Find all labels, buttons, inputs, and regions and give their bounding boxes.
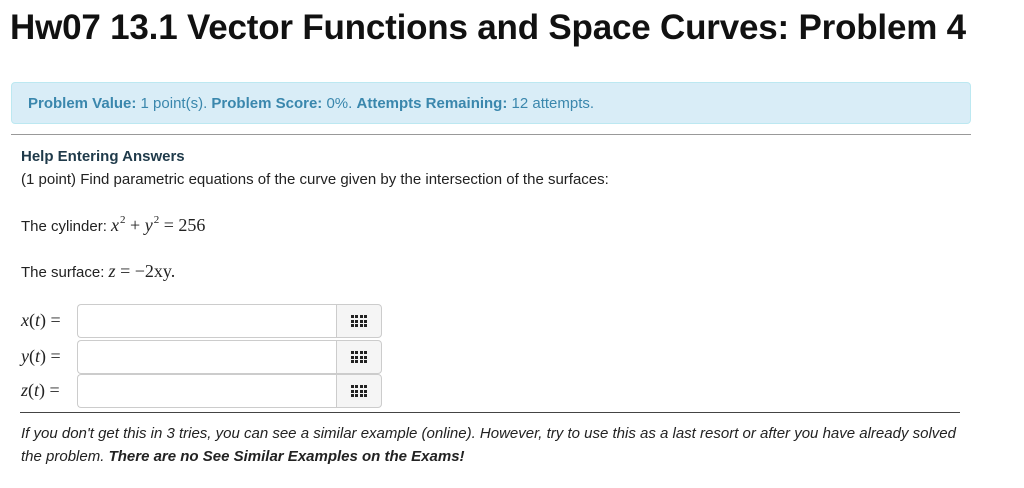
answer-row-y: y(t) = (21, 340, 401, 374)
answer-row-x: x(t) = (21, 304, 401, 338)
grid-icon (350, 315, 368, 327)
similar-example-note: If you don't get this in 3 tries, you ca… (21, 422, 971, 468)
answer-row-z: z(t) = (21, 374, 401, 408)
answer-label-z: z(t) = (21, 380, 60, 400)
cylinder-label: The cylinder: (21, 218, 107, 235)
attempts-remaining-label: Attempts Remaining: (356, 95, 508, 112)
grid-icon (350, 385, 368, 397)
surface-equation: The surface: z = −2xy. (21, 261, 175, 282)
answer-input-z[interactable] (77, 374, 337, 408)
problem-score-text: 0%. (326, 95, 353, 112)
surface-rhs: −2xy. (134, 261, 176, 281)
no-similar-examples-warning: There are no See Similar Examples on the… (108, 448, 465, 465)
page-title: Hw07 13.1 Vector Functions and Space Cur… (10, 8, 966, 47)
problem-page: Hw07 13.1 Vector Functions and Space Cur… (0, 0, 1024, 488)
equation-editor-button-z[interactable] (336, 374, 382, 408)
problem-prompt: (1 point) Find parametric equations of t… (21, 171, 609, 188)
attempts-remaining-text: 12 attempts. (511, 95, 595, 112)
problem-info-banner: Problem Value: 1 point(s). Problem Score… (11, 82, 971, 124)
cylinder-math: x2 + y2 = 256 (111, 214, 206, 235)
answer-input-y[interactable] (77, 340, 337, 374)
grid-icon (350, 351, 368, 363)
cylinder-constant: 256 (178, 215, 206, 235)
surface-math: z = −2xy. (108, 261, 176, 281)
problem-value-text: 1 point(s). (140, 95, 208, 112)
cylinder-equation: The cylinder: x2 + y2 = 256 (21, 214, 205, 236)
divider-top (11, 134, 971, 135)
answer-label-y: y(t) = (21, 346, 61, 366)
answer-label-x: x(t) = (21, 310, 61, 330)
equation-editor-button-x[interactable] (336, 304, 382, 338)
problem-score-label: Problem Score: (211, 95, 323, 112)
surface-label: The surface: (21, 264, 105, 281)
equation-editor-button-y[interactable] (336, 340, 382, 374)
divider-bottom (20, 412, 960, 413)
problem-value-label: Problem Value: (28, 95, 137, 112)
answer-input-x[interactable] (77, 304, 337, 338)
help-entering-answers-link[interactable]: Help Entering Answers (21, 148, 185, 165)
